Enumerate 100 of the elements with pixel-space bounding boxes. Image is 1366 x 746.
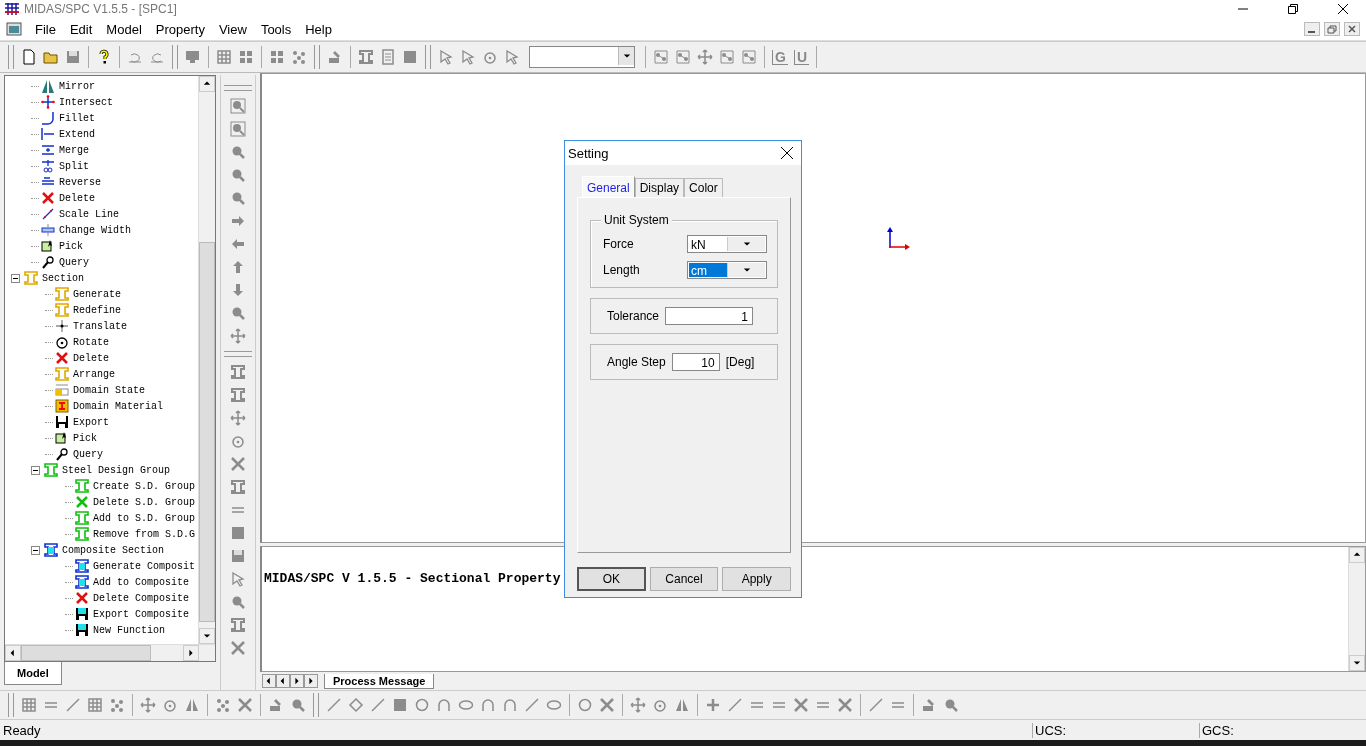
- magnifier-icon[interactable]: [230, 167, 246, 183]
- dialog-tab[interactable]: Display: [634, 178, 685, 197]
- tree-item[interactable]: Fillet: [59, 112, 95, 124]
- tree-item[interactable]: Pick: [73, 432, 97, 444]
- menu-item[interactable]: Help: [298, 21, 339, 37]
- triangle-icon[interactable]: [743, 240, 752, 248]
- tree-item[interactable]: Rotate: [73, 336, 109, 348]
- tree-item[interactable]: Reverse: [59, 176, 101, 188]
- tree-item[interactable]: Generate: [73, 288, 121, 300]
- section-icon[interactable]: [358, 49, 374, 65]
- tree-item[interactable]: Intersect: [59, 96, 113, 108]
- ellipse-icon[interactable]: [458, 697, 474, 713]
- tree-item[interactable]: Add to Composite: [93, 576, 189, 588]
- menu-item[interactable]: File: [28, 21, 63, 37]
- grid-icon[interactable]: [87, 697, 103, 713]
- page-icon[interactable]: [21, 49, 37, 65]
- dialog-button[interactable]: OK: [577, 567, 646, 591]
- document-window-icon[interactable]: [6, 21, 22, 37]
- square-icon[interactable]: [392, 697, 408, 713]
- panel-tab[interactable]: Model: [4, 662, 62, 685]
- magnifier-icon[interactable]: [943, 697, 959, 713]
- line-icon[interactable]: [370, 697, 386, 713]
- menu-item[interactable]: Edit: [62, 21, 100, 37]
- line-icon[interactable]: [524, 697, 540, 713]
- circle-icon[interactable]: [577, 697, 593, 713]
- square-icon[interactable]: [230, 525, 246, 541]
- collapse-box-icon[interactable]: [11, 273, 20, 283]
- cross-icon[interactable]: [237, 697, 253, 713]
- section-icon[interactable]: [230, 617, 246, 633]
- rotate-icon[interactable]: [482, 49, 498, 65]
- triangle-icon[interactable]: [203, 632, 211, 640]
- line-icon[interactable]: [326, 697, 342, 713]
- scrollbar-thumb[interactable]: [199, 242, 215, 622]
- section-icon[interactable]: [230, 387, 246, 403]
- cross-icon[interactable]: [599, 697, 615, 713]
- tree-item[interactable]: Steel Design Group: [62, 464, 171, 476]
- menu-item[interactable]: Model: [99, 21, 149, 37]
- close-icon[interactable]: [1338, 4, 1348, 14]
- dropdown-field[interactable]: [529, 46, 635, 68]
- pointer-icon[interactable]: [504, 49, 520, 65]
- triangle-icon[interactable]: [203, 80, 211, 88]
- menu-item[interactable]: View: [211, 21, 254, 37]
- close-icon[interactable]: [781, 147, 793, 159]
- tree-item[interactable]: Mirror: [59, 80, 95, 92]
- cross-icon[interactable]: [230, 456, 246, 472]
- arch-icon[interactable]: [502, 697, 518, 713]
- magnifier-icon[interactable]: [230, 594, 246, 610]
- plus-icon[interactable]: [705, 697, 721, 713]
- magnifier-icon[interactable]: [230, 144, 246, 160]
- tree-item[interactable]: Delete: [73, 352, 109, 364]
- message-tab[interactable]: Process Message: [324, 673, 435, 689]
- restore-icon[interactable]: [1288, 4, 1298, 14]
- framed-magnifier-icon[interactable]: [230, 121, 246, 137]
- folder-icon[interactable]: [43, 49, 59, 65]
- tree-item[interactable]: Delete: [59, 192, 95, 204]
- ellipse-icon[interactable]: [546, 697, 562, 713]
- rotate-icon[interactable]: [652, 697, 668, 713]
- tree-item[interactable]: Extend: [59, 128, 95, 140]
- grid-icon[interactable]: [21, 697, 37, 713]
- nodes-icon[interactable]: [653, 49, 669, 65]
- squares-icon[interactable]: [269, 49, 285, 65]
- triangles-icon[interactable]: [674, 697, 690, 713]
- dots-icon[interactable]: [109, 697, 125, 713]
- line-icon[interactable]: [727, 697, 743, 713]
- line-icon[interactable]: [868, 697, 884, 713]
- tree-item[interactable]: Arrange: [73, 368, 115, 380]
- tree-item[interactable]: Scale Line: [59, 208, 119, 220]
- dropdown-field[interactable]: cm: [687, 261, 767, 279]
- tree-item[interactable]: Domain State: [73, 384, 145, 396]
- hammer-icon[interactable]: [268, 697, 284, 713]
- triangle-icon[interactable]: [1353, 659, 1361, 667]
- dialog-button[interactable]: Cancel: [649, 567, 719, 591]
- tree-item[interactable]: Redefine: [73, 304, 121, 316]
- diamond-icon[interactable]: [348, 697, 364, 713]
- line-icon[interactable]: [65, 697, 81, 713]
- dialog-tab[interactable]: Color: [684, 178, 723, 197]
- magnifier-icon[interactable]: [230, 190, 246, 206]
- squares-icon[interactable]: [238, 49, 254, 65]
- framed-magnifier-icon[interactable]: [230, 98, 246, 114]
- triangle-icon[interactable]: [622, 52, 631, 60]
- move-icon[interactable]: [230, 410, 246, 426]
- dots-icon[interactable]: [215, 697, 231, 713]
- tree-item[interactable]: Remove from S.D.G: [93, 528, 196, 540]
- tree-item[interactable]: Create S.D. Group: [93, 480, 196, 492]
- circle-icon[interactable]: [414, 697, 430, 713]
- tree-item[interactable]: Section: [42, 272, 84, 284]
- input-field[interactable]: 1: [665, 307, 754, 325]
- move-icon[interactable]: [230, 328, 246, 344]
- dots-icon[interactable]: [291, 49, 307, 65]
- cross-icon[interactable]: [230, 640, 246, 656]
- tree-item[interactable]: Split: [59, 160, 89, 172]
- cross-icon[interactable]: [793, 697, 809, 713]
- tree-item[interactable]: Delete S.D. Group: [93, 496, 196, 508]
- rotate-icon[interactable]: [230, 433, 246, 449]
- hammer-icon[interactable]: [327, 49, 343, 65]
- tree-item[interactable]: Add to S.D. Group: [93, 512, 196, 524]
- collapse-box-icon[interactable]: [31, 545, 40, 555]
- tree-item[interactable]: Pick: [59, 240, 83, 252]
- triangle-icon[interactable]: [9, 649, 17, 657]
- tree-item[interactable]: Merge: [59, 144, 89, 156]
